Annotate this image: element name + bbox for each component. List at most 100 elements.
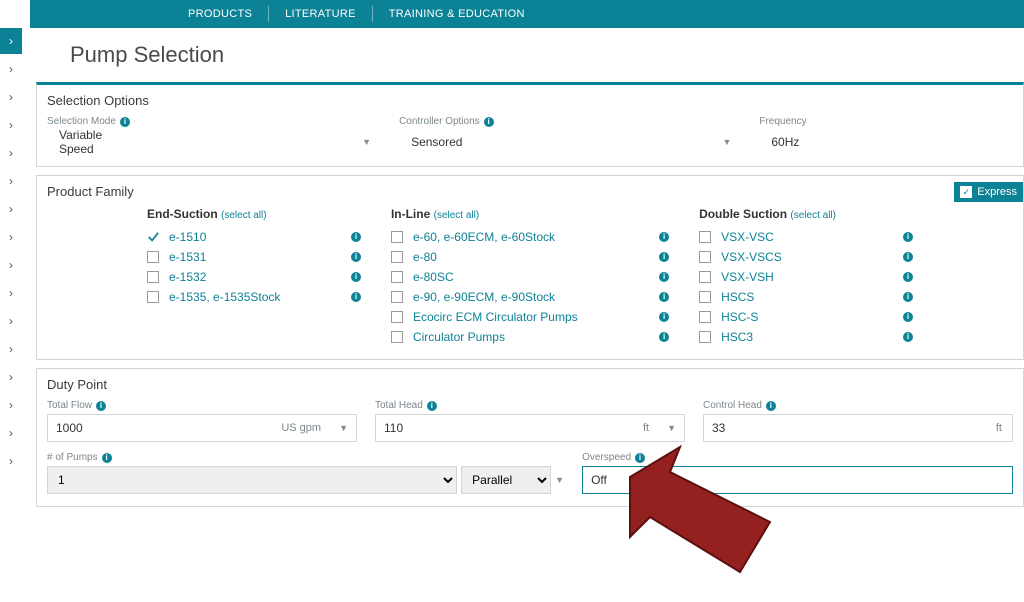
info-icon[interactable]: i: [351, 272, 361, 282]
rail-tab[interactable]: ›: [0, 364, 22, 390]
rail-tab[interactable]: ›: [0, 112, 22, 138]
rail-tab[interactable]: ›: [0, 84, 22, 110]
rail-tab-active[interactable]: ›: [0, 28, 22, 54]
product-family-item[interactable]: VSX-VSCS i: [699, 247, 913, 267]
chevron-down-icon[interactable]: ▼: [331, 415, 356, 441]
checkbox-icon[interactable]: [391, 271, 403, 283]
frequency-dropdown[interactable]: 60Hz ▼: [759, 130, 1024, 154]
product-family-item-label[interactable]: HSC3: [721, 330, 887, 344]
info-icon[interactable]: i: [659, 252, 669, 262]
info-icon[interactable]: i: [659, 312, 669, 322]
product-family-item-label[interactable]: Circulator Pumps: [413, 330, 643, 344]
info-icon[interactable]: i: [903, 272, 913, 282]
info-icon[interactable]: i: [659, 272, 669, 282]
product-family-item-label[interactable]: VSX-VSH: [721, 270, 887, 284]
product-family-item[interactable]: e-80SCi: [391, 267, 669, 287]
product-family-item-label[interactable]: e-60, e-60ECM, e-60Stock: [413, 230, 643, 244]
rail-tab[interactable]: ›: [0, 420, 22, 446]
checkbox-icon[interactable]: [699, 291, 711, 303]
product-family-item-label[interactable]: VSX-VSC: [721, 230, 887, 244]
info-icon[interactable]: i: [96, 401, 106, 411]
nav-training[interactable]: TRAINING & EDUCATION: [373, 6, 541, 22]
rail-tab[interactable]: ›: [0, 56, 22, 82]
rail-tab[interactable]: ›: [0, 140, 22, 166]
checkbox-icon[interactable]: [147, 291, 159, 303]
info-icon[interactable]: i: [351, 232, 361, 242]
info-icon[interactable]: i: [102, 453, 112, 463]
info-icon[interactable]: i: [903, 292, 913, 302]
info-icon[interactable]: i: [659, 292, 669, 302]
product-family-item[interactable]: e-60, e-60ECM, e-60Stock i: [391, 227, 669, 247]
product-family-item-label[interactable]: VSX-VSCS: [721, 250, 887, 264]
product-family-item[interactable]: e-80 i: [391, 247, 669, 267]
info-icon[interactable]: i: [120, 117, 130, 127]
info-icon[interactable]: i: [351, 252, 361, 262]
product-family-item[interactable]: Ecocirc ECM Circulator Pumpsi: [391, 307, 669, 327]
checkbox-icon[interactable]: [391, 291, 403, 303]
rail-tab[interactable]: ›: [0, 196, 22, 222]
rail-tab[interactable]: ›: [0, 336, 22, 362]
info-icon[interactable]: i: [903, 332, 913, 342]
arrangement-select[interactable]: Parallel: [461, 466, 551, 494]
selection-mode-dropdown[interactable]: Variable Speed ▼: [47, 130, 379, 154]
product-family-item-label[interactable]: e-80: [413, 250, 643, 264]
total-flow-input[interactable]: [48, 415, 271, 441]
product-family-item[interactable]: Circulator Pumps i: [391, 327, 669, 347]
product-family-item-label[interactable]: e-1535, e-1535Stock: [169, 290, 335, 304]
express-mode-toggle[interactable]: ✓ Express: [954, 182, 1023, 202]
info-icon[interactable]: i: [635, 453, 645, 463]
info-icon[interactable]: i: [659, 332, 669, 342]
info-icon[interactable]: i: [903, 232, 913, 242]
info-icon[interactable]: i: [903, 252, 913, 262]
rail-tab[interactable]: ›: [0, 308, 22, 334]
checkbox-icon[interactable]: [391, 251, 403, 263]
checkbox-icon[interactable]: [391, 231, 403, 243]
info-icon[interactable]: i: [659, 232, 669, 242]
total-head-input[interactable]: [376, 415, 633, 441]
checkbox-icon[interactable]: [699, 231, 711, 243]
select-all-end-suction[interactable]: (select all): [221, 210, 267, 221]
product-family-item[interactable]: e-1531 i: [147, 247, 361, 267]
info-icon[interactable]: i: [484, 117, 494, 127]
rail-tab[interactable]: ›: [0, 168, 22, 194]
product-family-item[interactable]: VSX-VSH i: [699, 267, 913, 287]
product-family-item-label[interactable]: e-1531: [169, 250, 335, 264]
checkbox-icon[interactable]: [699, 251, 711, 263]
rail-tab[interactable]: ›: [0, 280, 22, 306]
rail-tab[interactable]: ›: [0, 448, 22, 474]
checkbox-icon[interactable]: [391, 331, 403, 343]
product-family-item[interactable]: HSCS i: [699, 287, 913, 307]
product-family-item[interactable]: e-1532 i: [147, 267, 361, 287]
product-family-item-label[interactable]: e-1532: [169, 270, 335, 284]
nav-literature[interactable]: LITERATURE: [269, 6, 373, 22]
overspeed-input[interactable]: [583, 467, 1012, 493]
checkbox-icon[interactable]: [699, 331, 711, 343]
product-family-item-label[interactable]: HSCS: [721, 290, 887, 304]
check-icon[interactable]: [147, 231, 159, 243]
info-icon[interactable]: i: [427, 401, 437, 411]
controller-options-dropdown[interactable]: Sensored ▼: [399, 130, 739, 154]
info-icon[interactable]: i: [351, 292, 361, 302]
select-all-double-suction[interactable]: (select all): [790, 210, 836, 221]
rail-tab[interactable]: ›: [0, 252, 22, 278]
checkbox-icon[interactable]: [147, 271, 159, 283]
nav-products[interactable]: PRODUCTS: [172, 6, 269, 22]
product-family-item-label[interactable]: e-1510: [169, 230, 335, 244]
product-family-item[interactable]: e-1535, e-1535Stock i: [147, 287, 361, 307]
info-icon[interactable]: i: [903, 312, 913, 322]
product-family-item[interactable]: e-90, e-90ECM, e-90Stock i: [391, 287, 669, 307]
checkbox-icon[interactable]: [699, 271, 711, 283]
product-family-item[interactable]: VSX-VSC i: [699, 227, 913, 247]
checkbox-icon[interactable]: [147, 251, 159, 263]
checkbox-icon[interactable]: [391, 311, 403, 323]
product-family-item-label[interactable]: e-90, e-90ECM, e-90Stock: [413, 290, 643, 304]
rail-tab[interactable]: ›: [0, 392, 22, 418]
select-all-in-line[interactable]: (select all): [434, 210, 480, 221]
rail-tab[interactable]: ›: [0, 224, 22, 250]
product-family-item[interactable]: HSC-S i: [699, 307, 913, 327]
checkbox-icon[interactable]: [699, 311, 711, 323]
product-family-item[interactable]: HSC3 i: [699, 327, 913, 347]
product-family-item-label[interactable]: HSC-S: [721, 310, 887, 324]
product-family-item[interactable]: e-1510 i: [147, 227, 361, 247]
info-icon[interactable]: i: [766, 401, 776, 411]
